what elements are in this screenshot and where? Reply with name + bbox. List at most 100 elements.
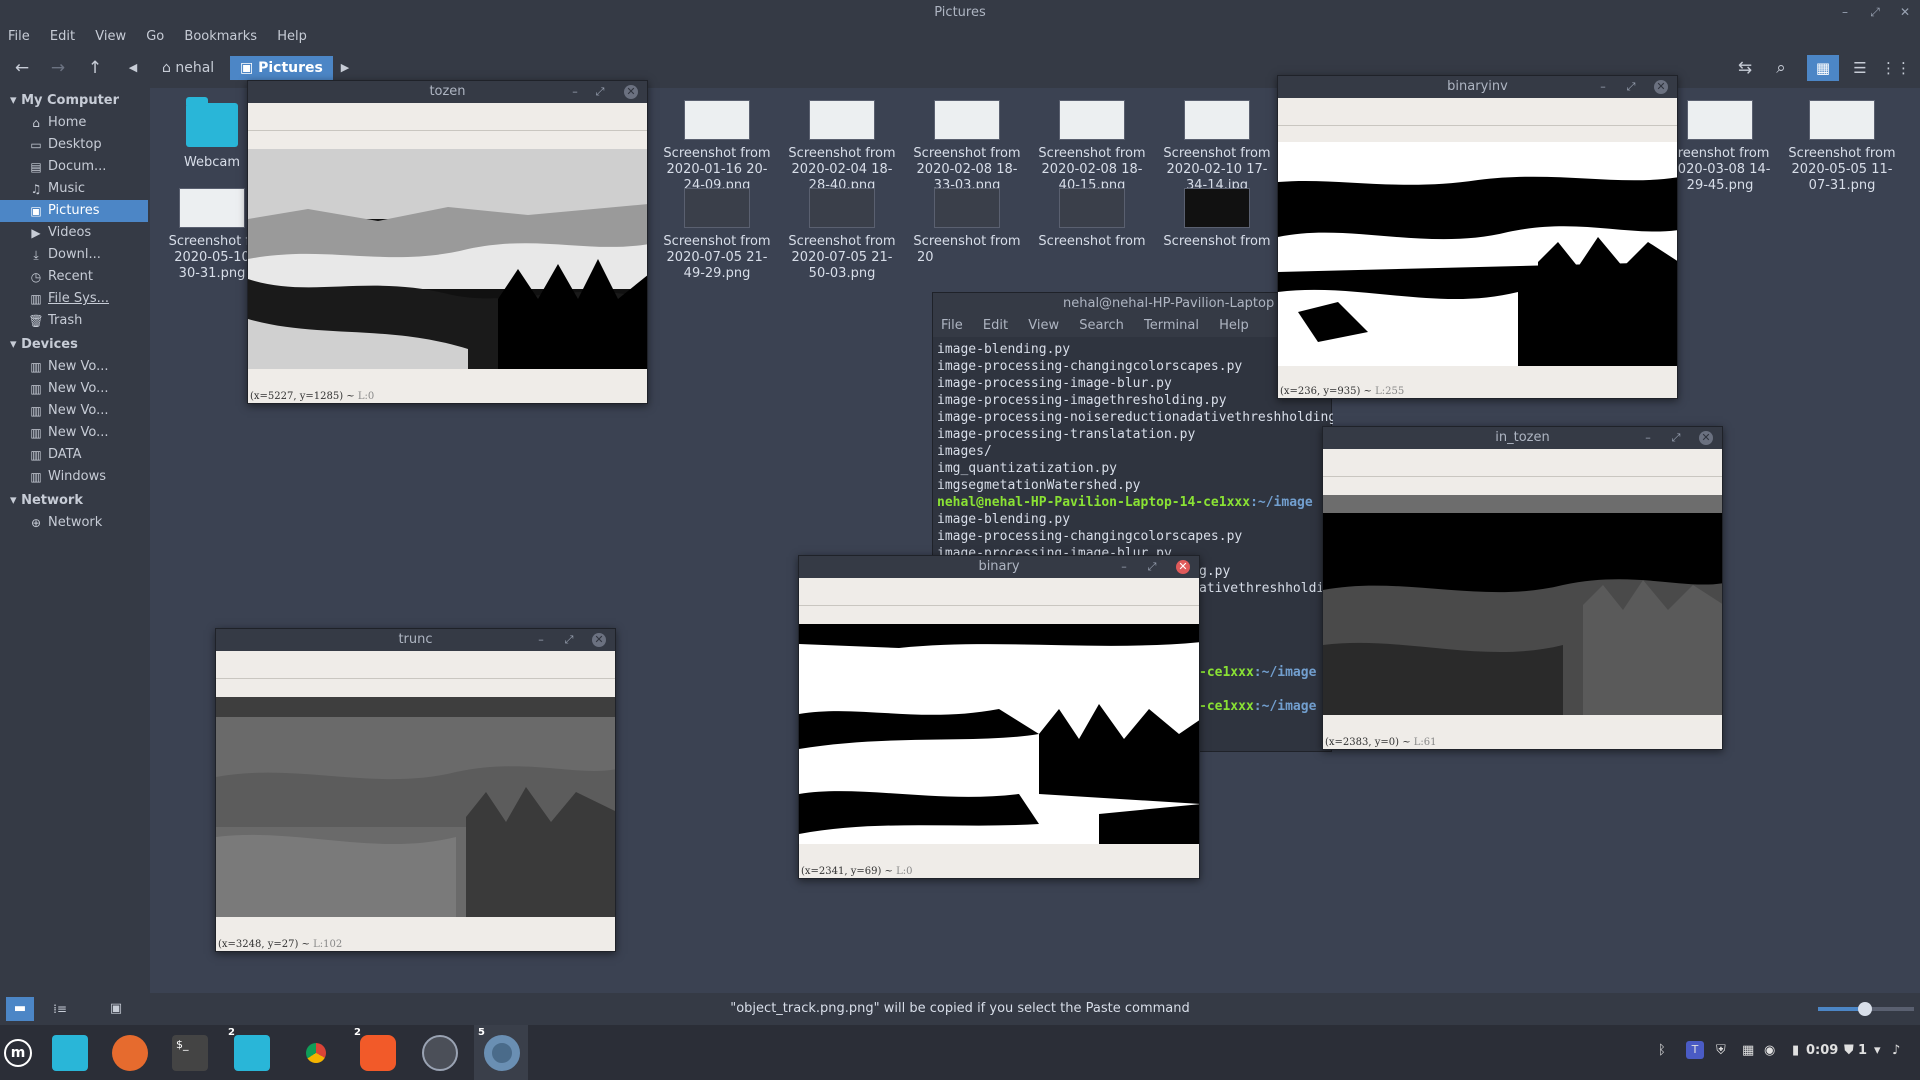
sidebar-item-volume-1[interactable]: ▥ New Vo... [0,356,148,378]
clock[interactable]: 0:09 [1806,1043,1838,1058]
sidebar-item-data[interactable]: ▥ DATA [0,444,148,466]
terminal-menu-help[interactable]: Help [1211,315,1257,337]
close-icon[interactable]: ✕ [1176,560,1190,574]
forward-arrow-icon[interactable]: → [47,57,69,79]
sidebar-heading-network[interactable]: ▾ Network [10,493,83,508]
sidebar-item-videos[interactable]: ▶ Videos [0,222,148,244]
terminal-menu-terminal[interactable]: Terminal [1136,315,1207,337]
minimize-icon[interactable]: – [1838,5,1852,19]
toggle-location-icon[interactable]: ⇆ [1734,57,1756,79]
file-item[interactable]: Screenshot from 2020-07-05 21- 49-29.png [655,188,779,282]
sidebar-item-downloads[interactable]: ⤓ Downl... [0,244,148,266]
sidebar-heading-devices[interactable]: ▾ Devices [10,337,78,352]
sidebar-item-music[interactable]: ♫ Music [0,178,148,200]
menu-edit[interactable]: Edit [42,26,83,48]
taskbar-chrome[interactable] [288,1025,342,1080]
sidebar-item-documents[interactable]: ▤ Docum... [0,156,148,178]
taskbar-python-window[interactable]: 5 [474,1025,528,1080]
taskbar-terminal[interactable]: $_ [162,1025,216,1080]
file-item[interactable]: Screenshot from [1030,188,1154,250]
taskbar-files-folder[interactable] [42,1025,96,1080]
image-window-title[interactable]: binary [799,556,1199,578]
search-icon[interactable]: ⌕ [1770,57,1792,79]
sidebar-item-pictures[interactable]: ▣ Pictures [0,200,148,222]
menu-go[interactable]: Go [138,26,172,48]
close-icon[interactable]: ✕ [592,633,606,647]
sidebar-item-desktop[interactable]: ▭ Desktop [0,134,148,156]
nvidia-icon[interactable]: ◉ [1764,1043,1775,1058]
image-window-tozen[interactable]: tozen – ⤢ ✕ (x=5227, y=1285) ~ L:0 [247,80,648,404]
image-window-title[interactable]: tozen [248,81,647,103]
sound-icon[interactable]: ♪ [1892,1043,1900,1058]
image-window-trunc[interactable]: trunc – ⤢ ✕ (x=3248, y=27) ~ L:102 [215,628,616,952]
image-window-title[interactable]: binaryinv [1278,76,1677,98]
sidebar-item-volume-3[interactable]: ▥ New Vo... [0,400,148,422]
close-icon[interactable]: ✕ [1898,5,1912,19]
image-window-in-tozen[interactable]: in_tozen – ⤢ ✕ (x=2383, y=0) ~ L:61 [1322,426,1723,750]
sidebar-item-volume-4[interactable]: ▥ New Vo... [0,422,148,444]
file-item[interactable]: Screenshot from 2020-02-04 18- 28-40.png [780,100,904,194]
up-arrow-icon[interactable]: ↑ [84,57,106,79]
breadcrumb-pictures[interactable]: ▣ Pictures [230,56,333,80]
battery-icon[interactable]: ▮ [1792,1043,1799,1058]
back-arrow-icon[interactable]: ← [11,57,33,79]
terminal-menu-search[interactable]: Search [1071,315,1132,337]
shield-icon[interactable]: ⛨ [1716,1043,1726,1058]
sidebar-item-trash[interactable]: 🗑 Trash [0,310,148,332]
teams-icon[interactable]: T [1686,1041,1704,1059]
minimize-icon[interactable]: – [1596,80,1610,94]
image-window-binaryinv[interactable]: binaryinv – ⤢ ✕ (x=236, y=935) ~ L:255 [1277,75,1678,399]
minimize-icon[interactable]: – [534,633,548,647]
sidebar-item-recent[interactable]: ◷ Recent [0,266,148,288]
sidebar-item-volume-2[interactable]: ▥ New Vo... [0,378,148,400]
terminal-menu-view[interactable]: View [1020,315,1067,337]
keyboard-icon[interactable]: ▦ [1742,1043,1754,1058]
taskbar-firefox[interactable] [102,1025,156,1080]
menu-logo-icon[interactable]: m [4,1039,32,1067]
sidebar-item-filesystem[interactable]: ▥ File Sys... [0,288,148,310]
zoom-slider[interactable] [1818,1002,1914,1016]
breadcrumb-left-icon[interactable]: ◀ [122,57,144,79]
maximize-icon[interactable]: ⤢ [1868,5,1882,19]
sidebar-item-home[interactable]: ⌂ Home [0,112,148,134]
minimize-icon[interactable]: – [1117,560,1131,574]
file-item[interactable]: Screenshot from 2020-02-10 17- 34-14.jpg [1155,100,1279,194]
close-icon[interactable]: ✕ [624,85,638,99]
compact-view-button[interactable]: ⋮⋮ [1880,55,1912,81]
close-icon[interactable]: ✕ [1654,80,1668,94]
list-view-button[interactable]: ☰ [1844,55,1876,81]
close-icon[interactable]: ✕ [1699,431,1713,445]
file-item[interactable]: Screenshot from 20 [905,188,1029,266]
file-item[interactable]: Screenshot from 2020-01-16 20- 24-09.png [655,100,779,194]
sidebar-item-windows[interactable]: ▥ Windows [0,466,148,488]
zoom-slider-handle[interactable] [1858,1002,1872,1016]
terminal-menu-edit[interactable]: Edit [975,315,1016,337]
image-window-title[interactable]: trunc [216,629,615,651]
taskbar-file-manager[interactable]: 2 [224,1025,278,1080]
sidebar-item-network[interactable]: ⊕ Network [0,512,148,534]
taskbar-brave[interactable]: 2 [350,1025,404,1080]
maximize-icon[interactable]: ⤢ [593,85,607,99]
file-item[interactable]: Screenshot from 2020-02-08 18- 33-03.png [905,100,1029,194]
file-item[interactable]: Screenshot from 2020-05-05 11- 07-31.png [1780,100,1904,194]
minimize-icon[interactable]: – [1641,431,1655,445]
taskbar-atom[interactable] [412,1025,466,1080]
image-window-binary[interactable]: binary – ⤢ ✕ (x=2341, y=69) ~ L:0 [798,555,1200,879]
wifi-icon[interactable]: ▾ [1874,1043,1881,1058]
menu-file[interactable]: File [0,26,38,48]
menu-help[interactable]: Help [269,26,315,48]
update-icon[interactable]: ⛊ [1844,1043,1854,1058]
minimize-icon[interactable]: – [568,85,582,99]
menu-bookmarks[interactable]: Bookmarks [176,26,265,48]
icon-view-button[interactable]: ▦ [1807,55,1839,81]
file-item[interactable]: Screenshot from 2020-02-08 18- 40-15.png [1030,100,1154,194]
bluetooth-icon[interactable]: ᛒ [1658,1043,1666,1058]
menu-view[interactable]: View [87,26,134,48]
maximize-icon[interactable]: ⤢ [1145,560,1159,574]
file-item[interactable]: Screenshot from 2020-07-05 21- 50-03.png [780,188,904,282]
terminal-output[interactable]: image-blending.py image-processing-changi… [937,341,1333,558]
maximize-icon[interactable]: ⤢ [1624,80,1638,94]
breadcrumb-home[interactable]: ⌂ nehal [152,56,224,80]
maximize-icon[interactable]: ⤢ [562,633,576,647]
terminal-menu-file[interactable]: File [933,315,971,337]
